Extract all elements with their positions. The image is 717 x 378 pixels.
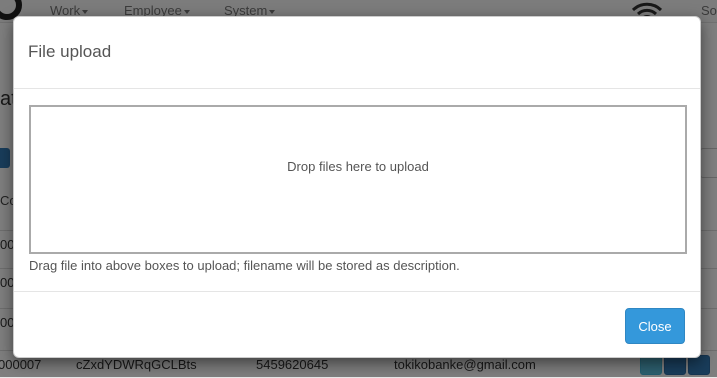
- file-upload-dialog: File upload Drop files here to upload Dr…: [13, 16, 701, 358]
- upload-help-text: Drag file into above boxes to upload; fi…: [29, 258, 460, 273]
- close-button[interactable]: Close: [625, 308, 685, 344]
- file-dropzone[interactable]: Drop files here to upload: [29, 105, 687, 254]
- modal-title: File upload: [28, 42, 112, 61]
- dropzone-message: Drop files here to upload: [287, 159, 429, 174]
- modal-footer: Close: [14, 291, 700, 357]
- modal-header: File upload: [14, 17, 700, 89]
